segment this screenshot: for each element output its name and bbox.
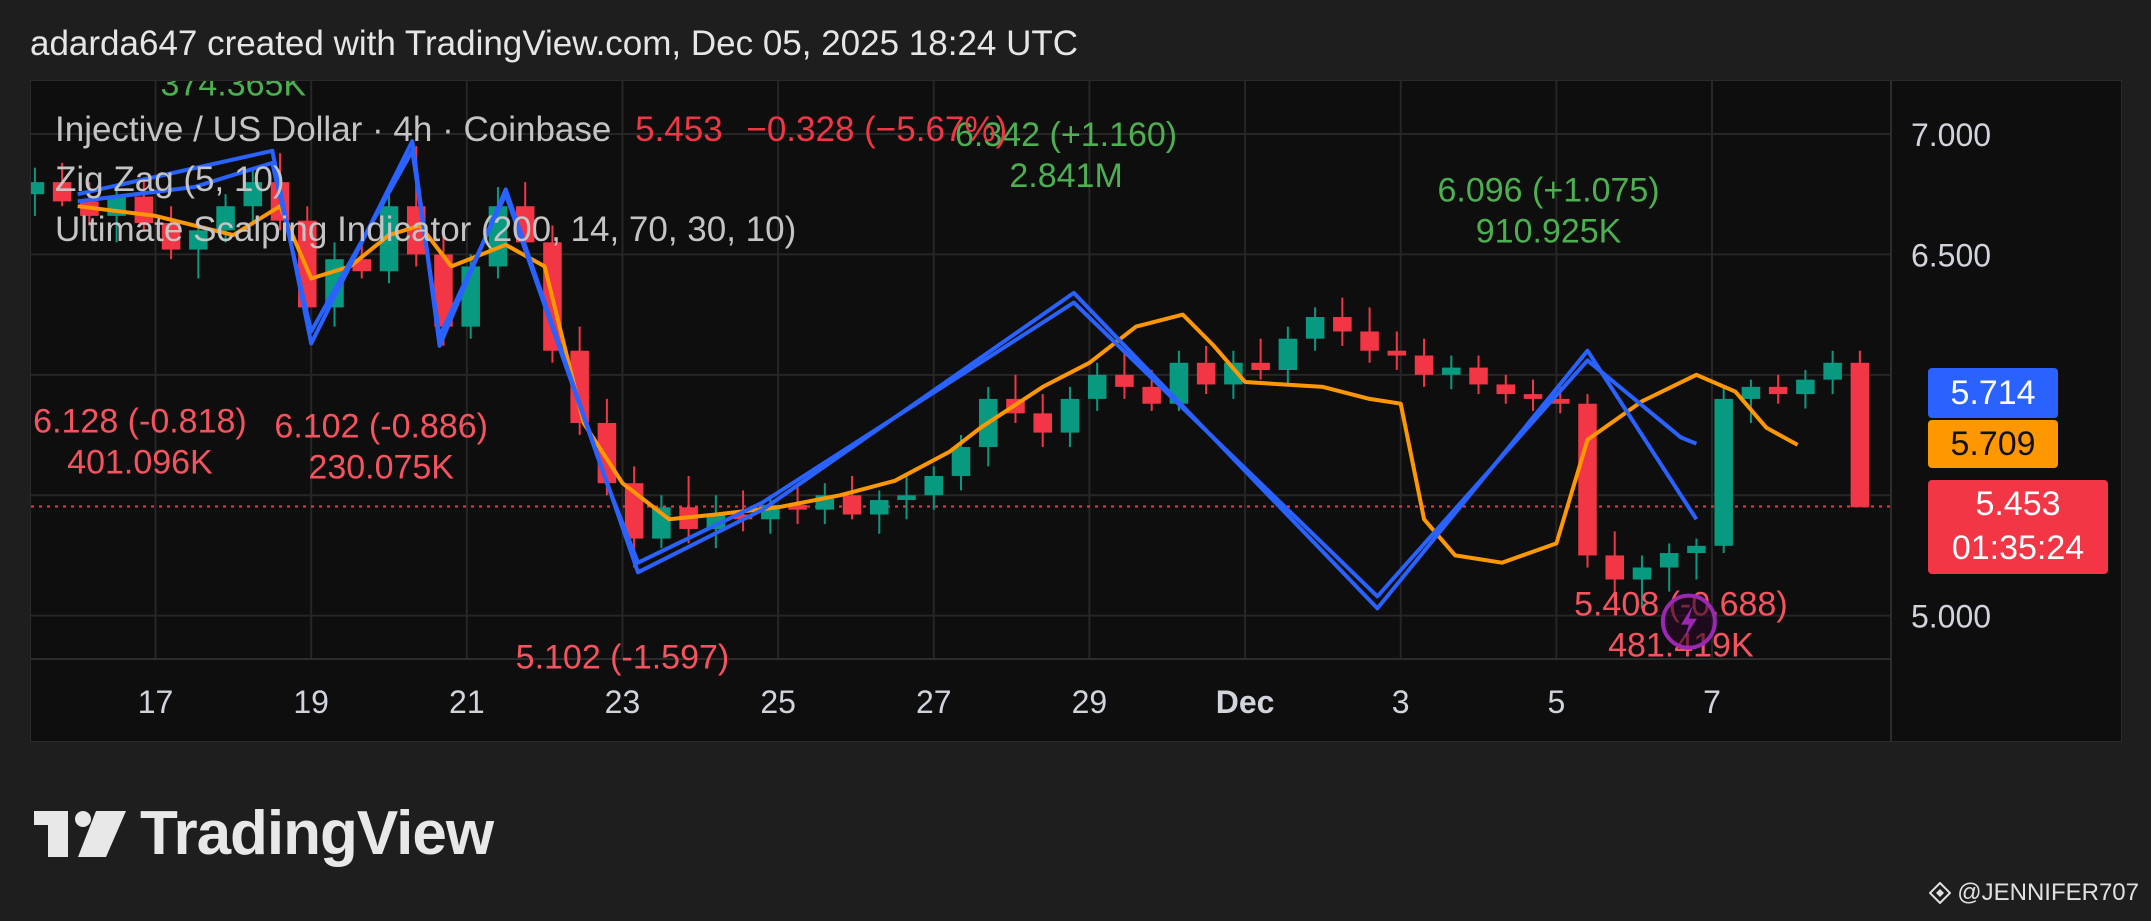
tradingview-wordmark: TradingView — [140, 799, 494, 868]
candle-body — [1714, 398, 1733, 546]
candle-body — [1115, 374, 1134, 387]
candle-body — [1251, 362, 1270, 370]
indicator-zigzag-label[interactable]: Zig Zag (5, 10) — [55, 155, 1007, 205]
candle-body — [1360, 331, 1379, 351]
candle-body — [1387, 350, 1407, 356]
x-tick-label: 7 — [1703, 684, 1721, 720]
watermark-handle: @JENNIFER707 — [1957, 879, 2139, 906]
last-price: 5.453 — [635, 110, 723, 149]
tradingview-logo[interactable]: TradingView — [34, 798, 494, 869]
candle-body — [1196, 362, 1216, 385]
candle-body — [1333, 317, 1352, 332]
candle-body — [870, 500, 889, 515]
x-tick-label: 5 — [1547, 684, 1565, 720]
x-tick-label: 25 — [760, 684, 796, 720]
x-tick-label: 3 — [1392, 684, 1410, 720]
price-tag-blue: 5.714 — [1928, 368, 2058, 418]
candle-body — [1659, 553, 1679, 568]
candle-body — [1442, 367, 1461, 375]
candle-body — [842, 495, 862, 515]
candle-body — [1278, 338, 1298, 370]
candle-body — [1823, 362, 1842, 380]
zigzag-annotation: 2.841M — [1009, 157, 1122, 195]
price-tag-orange: 5.709 — [1928, 420, 2058, 468]
zigzag-annotation: 6.102 (-0.886) — [274, 407, 488, 445]
zigzag-annotation: 374.365K — [161, 81, 307, 103]
legend-symbol-row[interactable]: Injective / US Dollar · 4h · Coinbase 5.… — [55, 105, 1007, 155]
candle-body — [1605, 555, 1624, 580]
x-tick-label: 29 — [1072, 684, 1108, 720]
current-price-value: 5.453 — [1975, 485, 2061, 523]
candle-body — [924, 475, 944, 496]
indicator-scalping-label[interactable]: Ultimate Scalping Indicator (200, 14, 70… — [55, 205, 1007, 255]
x-tick-label: 23 — [605, 684, 641, 720]
candle-body — [1305, 317, 1325, 339]
chart-legend: Injective / US Dollar · 4h · Coinbase 5.… — [55, 105, 1007, 255]
candle-body — [1741, 386, 1761, 399]
candle-body — [1768, 386, 1788, 395]
zigzag-annotation: 401.096K — [67, 444, 213, 482]
x-tick-label: 27 — [916, 684, 952, 720]
candle-body — [951, 447, 971, 476]
candle-body — [1469, 367, 1488, 385]
candle-body — [1060, 398, 1080, 433]
candle-body — [1414, 355, 1434, 375]
zigzag-annotation: 6.128 (-0.818) — [33, 403, 247, 441]
y-tick-label: 5.000 — [1911, 599, 1991, 635]
symbol-info: Injective / US Dollar · 4h · Coinbase — [55, 110, 612, 149]
x-tick-label: 17 — [138, 684, 174, 720]
candle-body — [1496, 384, 1516, 395]
zigzag-annotation: 230.075K — [308, 448, 454, 486]
chart-credit-title: adarda647 created with TradingView.com, … — [30, 24, 1079, 63]
candle-body — [1033, 413, 1052, 433]
candle-body — [1087, 374, 1107, 399]
x-tick-label: Dec — [1216, 684, 1275, 720]
candle-body — [1523, 394, 1543, 399]
candle-body — [897, 495, 916, 501]
candle-body — [1578, 403, 1597, 556]
x-tick-label: 21 — [449, 684, 485, 720]
watermark: @JENNIFER707 — [1929, 879, 2139, 907]
binance-diamond-icon — [1929, 882, 1952, 904]
candle-body — [31, 182, 45, 195]
candle-body — [1687, 545, 1706, 554]
candle-body — [1632, 567, 1652, 580]
x-tick-label: 19 — [293, 684, 329, 720]
candle-body — [1142, 386, 1161, 404]
bar-countdown: 01:35:24 — [1951, 529, 2085, 567]
candle-body — [1796, 379, 1815, 395]
candle-body — [1850, 362, 1870, 508]
tradingview-logo-icon — [34, 810, 126, 857]
zigzag-annotation: 5.102 (-1.597) — [516, 639, 730, 677]
zigzag-annotation: 6.096 (+1.075) — [1438, 171, 1660, 209]
candle-body — [597, 422, 617, 484]
y-tick-label: 7.000 — [1911, 117, 1991, 153]
y-tick-label: 6.500 — [1911, 237, 1991, 273]
price-tag-current: 5.453 01:35:24 — [1928, 480, 2108, 574]
price-change: −0.328 (−5.67%) — [746, 110, 1008, 149]
zigzag-annotation: 910.925K — [1476, 212, 1622, 250]
